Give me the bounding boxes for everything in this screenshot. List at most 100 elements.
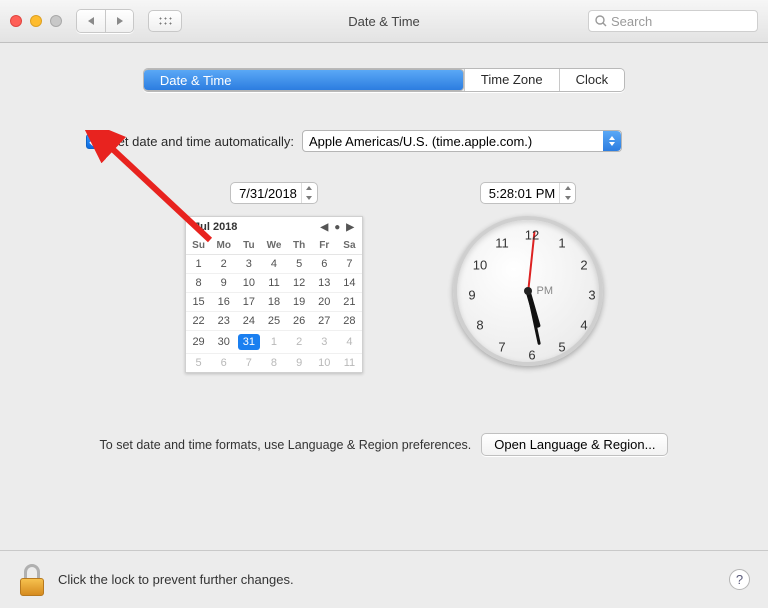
calendar-day[interactable]: 11 xyxy=(337,354,362,373)
back-button[interactable] xyxy=(77,10,105,32)
calendar-day[interactable]: 6 xyxy=(312,255,337,274)
chevron-left-icon xyxy=(88,17,94,25)
calendar-day[interactable]: 15 xyxy=(186,293,211,312)
show-all-button[interactable] xyxy=(148,10,182,32)
calendar-day[interactable]: 4 xyxy=(261,255,286,274)
calendar-dow: Su xyxy=(186,237,211,255)
calendar-day[interactable]: 5 xyxy=(186,354,211,373)
calendar-day[interactable]: 1 xyxy=(261,331,286,354)
calendar-dow: Fr xyxy=(312,237,337,255)
calendar-day[interactable]: 1 xyxy=(186,255,211,274)
calendar-dow: We xyxy=(261,237,286,255)
calendar-day[interactable]: 12 xyxy=(287,274,312,293)
calendar-day[interactable]: 26 xyxy=(287,312,312,331)
auto-time-label: Set date and time automatically: xyxy=(109,134,294,149)
time-stepper-arrows[interactable] xyxy=(559,183,575,203)
clock-number: 4 xyxy=(580,318,587,333)
search-field[interactable]: Search xyxy=(588,10,758,32)
calendar-day[interactable]: 8 xyxy=(186,274,211,293)
close-window-button[interactable] xyxy=(10,15,22,27)
calendar-day[interactable]: 3 xyxy=(312,331,337,354)
calendar-day[interactable]: 9 xyxy=(211,274,236,293)
auto-time-checkbox[interactable] xyxy=(86,134,101,149)
clock-number: 3 xyxy=(588,288,595,303)
calendar-today-icon[interactable]: ● xyxy=(334,222,340,233)
auto-time-row: Set date and time automatically: Apple A… xyxy=(86,130,738,152)
calendar-day[interactable]: 13 xyxy=(312,274,337,293)
calendar-day[interactable]: 30 xyxy=(211,331,236,354)
clock-number: 8 xyxy=(476,318,483,333)
help-button[interactable]: ? xyxy=(729,569,750,590)
calendar-day[interactable]: 8 xyxy=(261,354,286,373)
calendar-dow: Sa xyxy=(337,237,362,255)
clock-ampm: PM xyxy=(537,285,554,297)
calendar-day[interactable]: 10 xyxy=(312,354,337,373)
calendar[interactable]: Jul 2018 ◀ ● ▶ SuMoTuWeThFrSa 1234567891… xyxy=(185,216,363,373)
time-server-value: Apple Americas/U.S. (time.apple.com.) xyxy=(309,134,532,149)
analog-clock: PM 121234567891011 xyxy=(453,216,603,366)
calendar-day[interactable]: 31 xyxy=(236,331,261,354)
calendar-dow: Mo xyxy=(211,237,236,255)
clock-number: 6 xyxy=(528,348,535,363)
formats-row: To set date and time formats, use Langua… xyxy=(30,433,738,456)
calendar-day[interactable]: 7 xyxy=(236,354,261,373)
date-value: 7/31/2018 xyxy=(239,186,297,201)
calendar-day[interactable]: 9 xyxy=(287,354,312,373)
calendar-day[interactable]: 11 xyxy=(261,274,286,293)
date-column: 7/31/2018 Jul 2018 ◀ ● ▶ SuMoTuWeThFrSa … xyxy=(185,182,363,373)
calendar-month-label: Jul 2018 xyxy=(194,221,237,233)
tab-date-time[interactable]: Date & Time xyxy=(144,69,464,91)
calendar-day[interactable]: 27 xyxy=(312,312,337,331)
clock-number: 12 xyxy=(525,228,539,243)
lock-body-icon xyxy=(20,578,44,596)
calendar-day[interactable]: 25 xyxy=(261,312,286,331)
calendar-day[interactable]: 21 xyxy=(337,293,362,312)
tab-time-zone[interactable]: Time Zone xyxy=(464,69,559,91)
calendar-day[interactable]: 24 xyxy=(236,312,261,331)
calendar-day[interactable]: 16 xyxy=(211,293,236,312)
open-language-region-button[interactable]: Open Language & Region... xyxy=(481,433,668,456)
calendar-day[interactable]: 28 xyxy=(337,312,362,331)
time-input[interactable]: 5:28:01 PM xyxy=(480,182,577,204)
clock-pivot xyxy=(524,287,532,295)
zoom-window-button[interactable] xyxy=(50,15,62,27)
window-controls xyxy=(10,15,62,27)
time-server-select[interactable]: Apple Americas/U.S. (time.apple.com.) xyxy=(302,130,622,152)
clock-number: 9 xyxy=(468,288,475,303)
search-icon xyxy=(595,15,607,27)
minute-hand xyxy=(527,291,541,345)
calendar-dow: Th xyxy=(287,237,312,255)
calendar-day[interactable]: 17 xyxy=(236,293,261,312)
formats-hint: To set date and time formats, use Langua… xyxy=(100,438,472,452)
nav-back-forward xyxy=(76,9,134,33)
calendar-day[interactable]: 23 xyxy=(211,312,236,331)
calendar-dow: Tu xyxy=(236,237,261,255)
calendar-day[interactable]: 20 xyxy=(312,293,337,312)
calendar-day[interactable]: 7 xyxy=(337,255,362,274)
calendar-day[interactable]: 3 xyxy=(236,255,261,274)
lock-button[interactable] xyxy=(18,564,46,596)
tab-clock[interactable]: Clock xyxy=(559,69,625,91)
calendar-day[interactable]: 6 xyxy=(211,354,236,373)
calendar-day[interactable]: 22 xyxy=(186,312,211,331)
calendar-next-icon[interactable]: ▶ xyxy=(346,222,354,233)
time-value: 5:28:01 PM xyxy=(489,186,556,201)
calendar-day[interactable]: 18 xyxy=(261,293,286,312)
footer: Click the lock to prevent further change… xyxy=(0,550,768,608)
calendar-prev-icon[interactable]: ◀ xyxy=(321,222,329,233)
calendar-day[interactable]: 5 xyxy=(287,255,312,274)
chevron-right-icon xyxy=(117,17,123,25)
calendar-day[interactable]: 10 xyxy=(236,274,261,293)
calendar-day[interactable]: 2 xyxy=(287,331,312,354)
date-stepper-arrows[interactable] xyxy=(301,183,317,203)
forward-button[interactable] xyxy=(105,10,133,32)
calendar-day[interactable]: 19 xyxy=(287,293,312,312)
calendar-day[interactable]: 4 xyxy=(337,331,362,354)
calendar-day[interactable]: 14 xyxy=(337,274,362,293)
date-input[interactable]: 7/31/2018 xyxy=(230,182,318,204)
lock-hint: Click the lock to prevent further change… xyxy=(58,572,294,587)
calendar-day[interactable]: 29 xyxy=(186,331,211,354)
calendar-day[interactable]: 2 xyxy=(211,255,236,274)
minimize-window-button[interactable] xyxy=(30,15,42,27)
clock-number: 10 xyxy=(473,258,487,273)
